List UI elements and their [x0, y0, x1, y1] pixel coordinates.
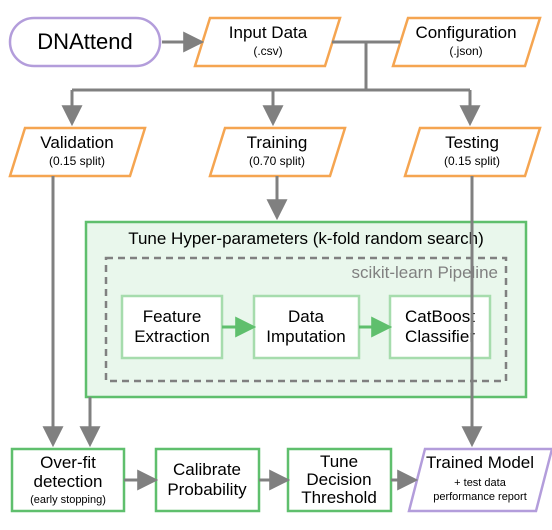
catboost-l1: CatBoost	[405, 307, 475, 326]
tune-l3: Threshold	[301, 488, 377, 507]
testing-sub: (0.15 split)	[444, 154, 500, 168]
feature-l1: Feature	[143, 307, 202, 326]
node-tune-threshold: Tune Decision Threshold	[288, 449, 391, 511]
flowchart: DNAttend Input Data (.csv) Configuration…	[0, 0, 552, 525]
training-label: Training	[247, 133, 308, 152]
dnattend-label: DNAttend	[37, 29, 132, 54]
node-calibrate: Calibrate Probability	[156, 449, 259, 511]
catboost-l2: Classifier	[405, 327, 475, 346]
calibrate-l2: Probability	[167, 480, 247, 499]
imputation-l1: Data	[288, 307, 324, 326]
input-data-sub: (.csv)	[253, 44, 282, 58]
node-imputation: Data Imputation	[254, 296, 359, 358]
calibrate-l1: Calibrate	[173, 460, 241, 479]
node-trained-model: Trained Model + test data performance re…	[409, 449, 552, 511]
node-dnattend: DNAttend	[10, 18, 160, 66]
node-configuration: Configuration (.json)	[393, 18, 540, 66]
validation-sub: (0.15 split)	[49, 154, 105, 168]
imputation-l2: Imputation	[266, 327, 345, 346]
node-input-data: Input Data (.csv)	[195, 18, 340, 66]
node-catboost: CatBoost Classifier	[390, 296, 490, 358]
node-feature: Feature Extraction	[122, 296, 222, 358]
pipeline-label: scikit-learn Pipeline	[352, 263, 498, 282]
overfit-l1: Over-fit	[40, 453, 96, 472]
validation-label: Validation	[40, 133, 113, 152]
node-testing: Testing (0.15 split)	[405, 128, 540, 176]
training-sub: (0.70 split)	[249, 154, 305, 168]
node-training: Training (0.70 split)	[210, 128, 345, 176]
trained-sub2: performance report	[433, 491, 527, 503]
trained-l1: Trained Model	[426, 453, 534, 472]
trained-sub1: + test data	[454, 477, 507, 489]
tune-l1: Tune	[320, 452, 358, 471]
tune-l2: Decision	[306, 470, 371, 489]
testing-label: Testing	[445, 133, 499, 152]
overfit-sub: (early stopping)	[30, 494, 106, 506]
node-overfit: Over-fit detection (early stopping)	[12, 449, 124, 511]
node-validation: Validation (0.15 split)	[10, 128, 145, 176]
overfit-l2: detection	[34, 472, 103, 491]
hyperparams-title: Tune Hyper-parameters (k-fold random sea…	[128, 229, 484, 248]
configuration-label: Configuration	[415, 23, 516, 42]
input-data-label: Input Data	[229, 23, 308, 42]
configuration-sub: (.json)	[449, 44, 482, 58]
feature-l2: Extraction	[134, 327, 210, 346]
